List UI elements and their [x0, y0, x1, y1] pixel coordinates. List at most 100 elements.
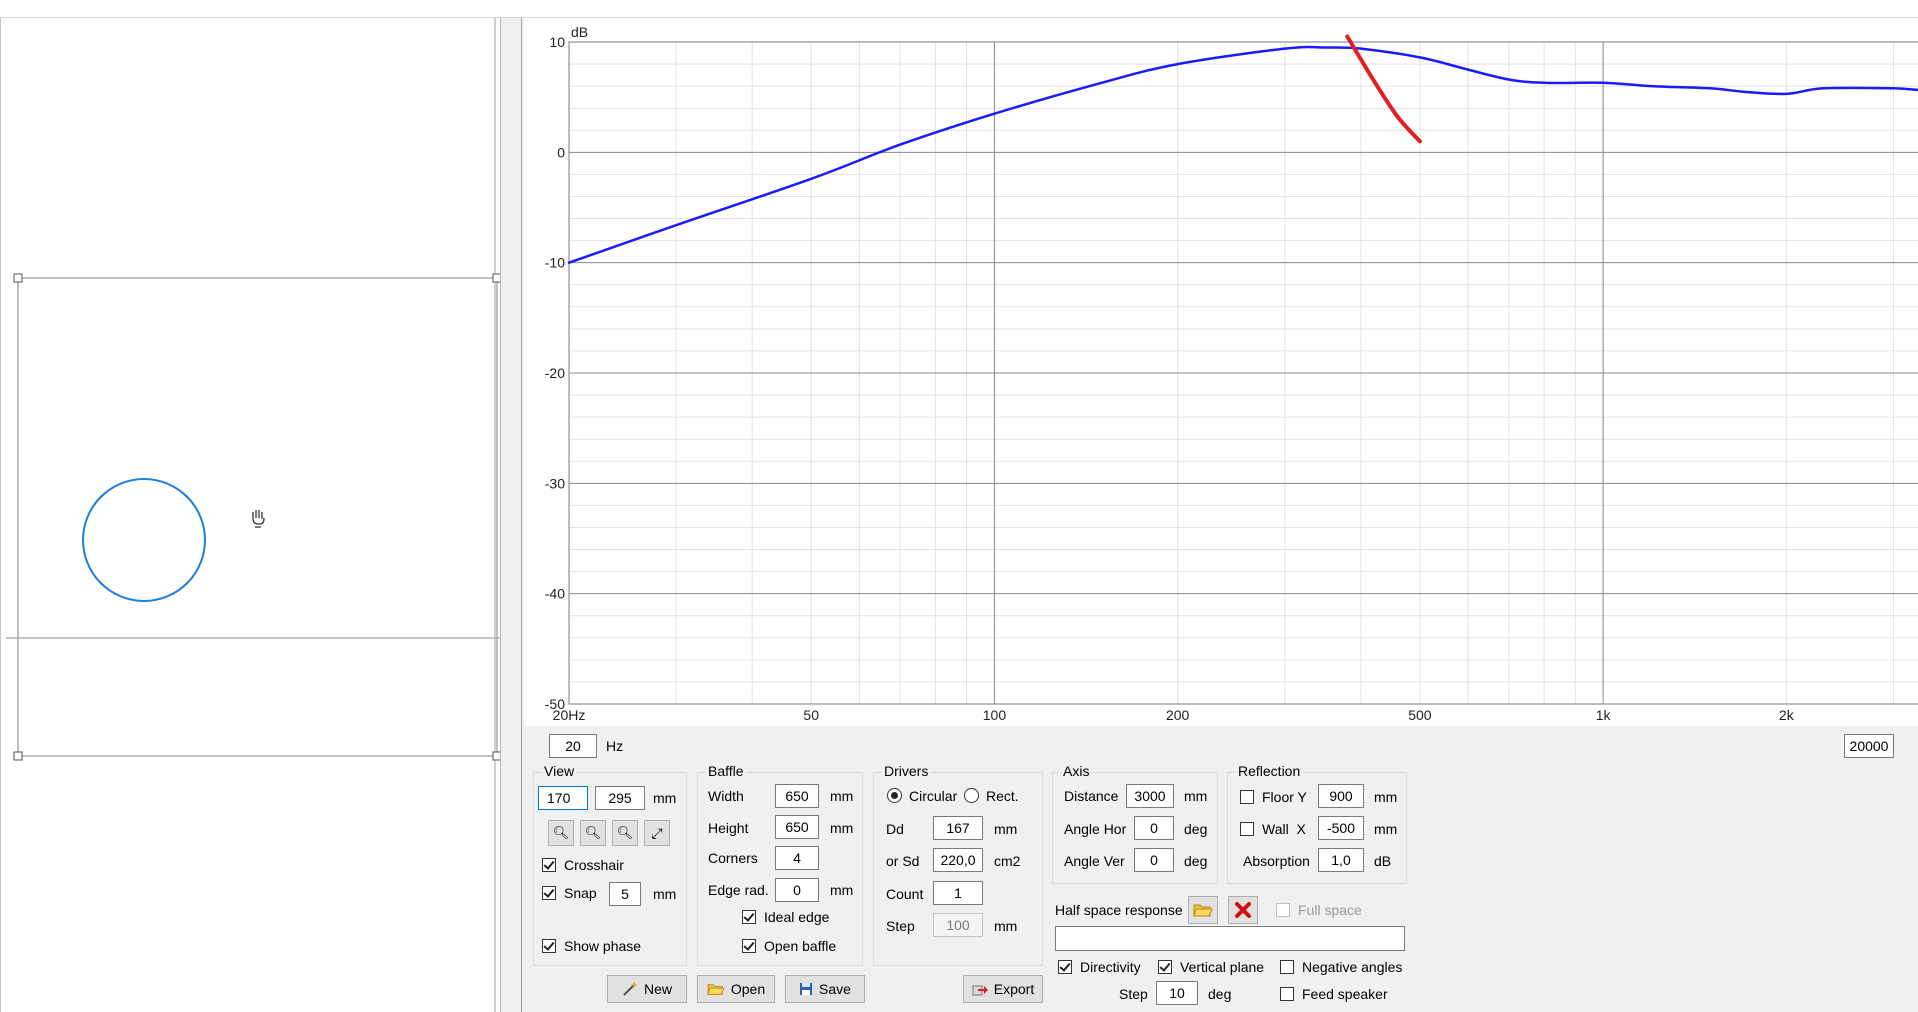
- snap-value-field[interactable]: 5: [609, 882, 641, 906]
- feed-speaker-checkbox[interactable]: [1280, 987, 1294, 1001]
- full-space-checkbox[interactable]: [1276, 903, 1290, 917]
- baffle-corners-field[interactable]: 4: [775, 846, 819, 870]
- zoom-out-button[interactable]: 🔍︎: [548, 820, 574, 846]
- absorption-unit: dB: [1374, 853, 1392, 869]
- snap-unit-label: mm: [653, 886, 677, 902]
- show-phase-checkbox[interactable]: [542, 939, 556, 953]
- angle-hor-field[interactable]: 0: [1134, 816, 1174, 840]
- baffle-outline: [17, 277, 498, 757]
- half-space-open-button[interactable]: [1188, 896, 1218, 924]
- baffle-handle-bottom-left: [13, 751, 23, 761]
- directivity-step-field[interactable]: 10: [1156, 981, 1198, 1005]
- open-folder-icon: [707, 984, 725, 995]
- open-baffle-checkbox[interactable]: [742, 939, 756, 953]
- zoom-in-icon: 🔍︎: [616, 825, 634, 840]
- open-button[interactable]: Open: [697, 975, 775, 1003]
- folder-open-icon: [1193, 904, 1213, 917]
- circular-radio[interactable]: [887, 788, 902, 803]
- directivity-checkbox[interactable]: [1058, 960, 1072, 974]
- edge-radius-field[interactable]: 0: [775, 878, 819, 902]
- half-space-label: Half space response: [1055, 902, 1183, 918]
- floor-unit: mm: [1374, 789, 1398, 805]
- floor-label: Floor Y: [1262, 789, 1307, 805]
- y-tick-label: 0: [557, 144, 565, 160]
- x-tick-label: 2k: [1779, 707, 1795, 723]
- new-button[interactable]: New: [607, 975, 687, 1003]
- x-tick-label: 1k: [1596, 707, 1612, 723]
- count-field[interactable]: 1: [933, 881, 983, 905]
- hand-cursor-icon: [252, 510, 265, 528]
- wall-label: Wall X: [1262, 821, 1306, 837]
- zoom-out-icon: 🔍︎: [552, 825, 570, 840]
- distance-label: Distance: [1064, 788, 1119, 804]
- show-phase-label: Show phase: [564, 938, 642, 954]
- angle-ver-field[interactable]: 0: [1134, 848, 1174, 872]
- zoom-in-button[interactable]: 🔍︎: [612, 820, 638, 846]
- export-button[interactable]: Export: [963, 975, 1043, 1003]
- save-button[interactable]: Save: [785, 975, 865, 1003]
- frequency-response-chart[interactable]: 100-10-20-30-40-50180120600-60-120-180dB…: [524, 18, 1918, 726]
- max-frequency-field[interactable]: 20000: [1844, 734, 1894, 758]
- baffle-handle-top-left: [13, 273, 23, 283]
- rect-label: Rect.: [986, 788, 1019, 804]
- step-field: 100: [933, 913, 983, 937]
- y-tick-label: -20: [545, 365, 565, 381]
- fit-all-button[interactable]: ⤢: [644, 820, 670, 846]
- ideal-edge-checkbox[interactable]: [742, 910, 756, 924]
- negative-angles-checkbox[interactable]: [1280, 960, 1294, 974]
- export-button-label: Export: [993, 981, 1035, 997]
- drivers-group-title: Drivers: [882, 763, 931, 779]
- baffle-height-field[interactable]: 650: [775, 815, 819, 839]
- dd-field[interactable]: 167: [933, 816, 983, 840]
- directivity-step-label: Step: [1119, 986, 1148, 1002]
- ideal-edge-label: Ideal edge: [764, 909, 830, 925]
- half-space-clear-button[interactable]: [1228, 896, 1258, 924]
- feed-speaker-label: Feed speaker: [1302, 986, 1388, 1002]
- floor-checkbox[interactable]: [1240, 790, 1254, 804]
- zoom-fit-icon: 🔍︎: [584, 825, 602, 840]
- angle-ver-unit: deg: [1184, 853, 1208, 869]
- baffle-width-field[interactable]: 650: [775, 784, 819, 808]
- view-group-title: View: [542, 763, 577, 779]
- baffle-canvas[interactable]: [0, 0, 500, 1012]
- vertical-plane-label: Vertical plane: [1180, 959, 1265, 975]
- y-tick-label: 10: [549, 34, 565, 50]
- x-tick-label: 500: [1408, 707, 1432, 723]
- sd-field[interactable]: 220,0: [933, 848, 983, 872]
- dd-unit: mm: [994, 821, 1018, 837]
- y-tick-label: -10: [545, 255, 565, 271]
- export-icon: [972, 985, 988, 996]
- y-tick-label: -40: [545, 586, 565, 602]
- x-tick-label: 20Hz: [553, 707, 586, 723]
- step-unit: mm: [994, 918, 1018, 934]
- wall-checkbox[interactable]: [1240, 822, 1254, 836]
- save-button-label: Save: [819, 981, 851, 997]
- angle-hor-label: Angle Hor: [1064, 821, 1127, 837]
- new-wand-icon: [623, 982, 637, 996]
- x-tick-label: 200: [1166, 707, 1190, 723]
- snap-checkbox[interactable]: [542, 886, 556, 900]
- view-x-field[interactable]: 170: [538, 786, 588, 810]
- full-space-label: Full space: [1298, 902, 1362, 918]
- hz-unit-label: Hz: [606, 738, 624, 754]
- rect-radio[interactable]: [964, 788, 979, 803]
- floor-field[interactable]: 900: [1318, 784, 1364, 808]
- x-tick-label: 50: [803, 707, 819, 723]
- view-unit-label: mm: [653, 790, 677, 806]
- wall-field[interactable]: -500: [1318, 816, 1364, 840]
- pane-splitter[interactable]: [500, 18, 522, 1012]
- zoom-fit-button[interactable]: 🔍︎: [580, 820, 606, 846]
- crosshair-checkbox[interactable]: [542, 858, 556, 872]
- open-button-label: Open: [730, 981, 766, 997]
- min-frequency-field[interactable]: 20: [549, 734, 597, 758]
- baffle-group-title: Baffle: [706, 763, 746, 779]
- distance-field[interactable]: 3000: [1126, 784, 1174, 808]
- baffle-height-label: Height: [708, 820, 749, 836]
- crosshair-label: Crosshair: [564, 857, 624, 873]
- half-space-path-field[interactable]: [1055, 926, 1405, 951]
- view-y-field[interactable]: 295: [595, 786, 645, 810]
- reflection-group-title: Reflection: [1236, 763, 1303, 779]
- absorption-field[interactable]: 1,0: [1318, 848, 1364, 872]
- y-axis-unit: dB: [571, 24, 588, 40]
- vertical-plane-checkbox[interactable]: [1158, 960, 1172, 974]
